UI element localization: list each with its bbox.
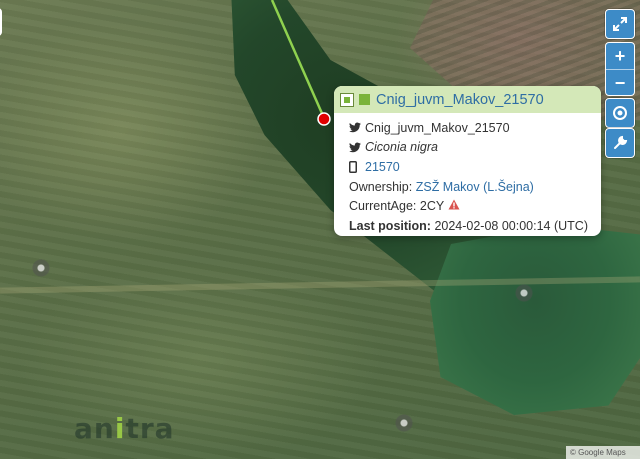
anitra-logo: anitra [74, 412, 175, 445]
twitter-icon [349, 122, 365, 133]
device-id-link[interactable]: 21570 [365, 160, 400, 174]
expand-arrows-icon [613, 17, 627, 31]
last-position-row: Last position: 2024-02-08 00:00:14 (UTC) [349, 216, 588, 236]
logo-part-rest: tra [125, 412, 175, 445]
popup-body: Cnig_juvm_Makov_21570 Ciconia nigra 2157… [334, 113, 601, 236]
last-position-marker[interactable] [317, 112, 331, 126]
animal-info-popup: Cnig_juvm_Makov_21570 Cnig_juvm_Makov_21… [334, 86, 601, 236]
popup-title[interactable]: Cnig_juvm_Makov_21570 [376, 92, 544, 108]
wrench-icon [614, 135, 628, 149]
animal-name: Cnig_juvm_Makov_21570 [365, 120, 510, 135]
series-color-swatch [359, 94, 370, 105]
fullscreen-button[interactable] [605, 9, 635, 39]
zoom-control: + − [605, 42, 635, 96]
zoom-in-button[interactable]: + [606, 43, 634, 69]
logo-part-a: an [74, 412, 115, 445]
mobile-device-icon [349, 160, 365, 173]
name-row: Cnig_juvm_Makov_21570 [349, 118, 586, 138]
tools-button[interactable] [605, 128, 635, 158]
target-icon [613, 106, 627, 120]
species-row: Ciconia nigra [349, 138, 586, 158]
ownership-link[interactable]: ZSŽ Makov (L.Šejna) [416, 180, 534, 194]
twitter-icon [349, 142, 365, 153]
ownership-row: Ownership: ZSŽ Makov (L.Šejna) [349, 177, 586, 197]
visibility-checkbox[interactable] [340, 92, 354, 107]
logo-part-i: i [114, 412, 126, 445]
species-name: Ciconia nigra [365, 140, 438, 155]
layer-toggle-button[interactable] [0, 8, 2, 36]
popup-header: Cnig_juvm_Makov_21570 [334, 86, 601, 113]
checkbox-mark [344, 96, 350, 103]
ownership-label: Ownership: [349, 179, 413, 194]
warning-icon [448, 199, 460, 213]
age-row: CurrentAge: 2CY [349, 196, 586, 216]
track-segment [270, 0, 326, 119]
current-age-value: 2CY [419, 199, 445, 214]
last-position-value: 2024-02-08 00:00:14 (UTC) [434, 218, 588, 233]
current-age-label: CurrentAge: [349, 199, 417, 214]
zoom-out-button[interactable]: − [606, 69, 634, 95]
locate-button[interactable] [605, 98, 635, 128]
device-row: 21570 [349, 157, 586, 177]
last-position-label: Last position: [349, 218, 431, 233]
map-attribution[interactable]: © Google Maps [566, 446, 640, 459]
